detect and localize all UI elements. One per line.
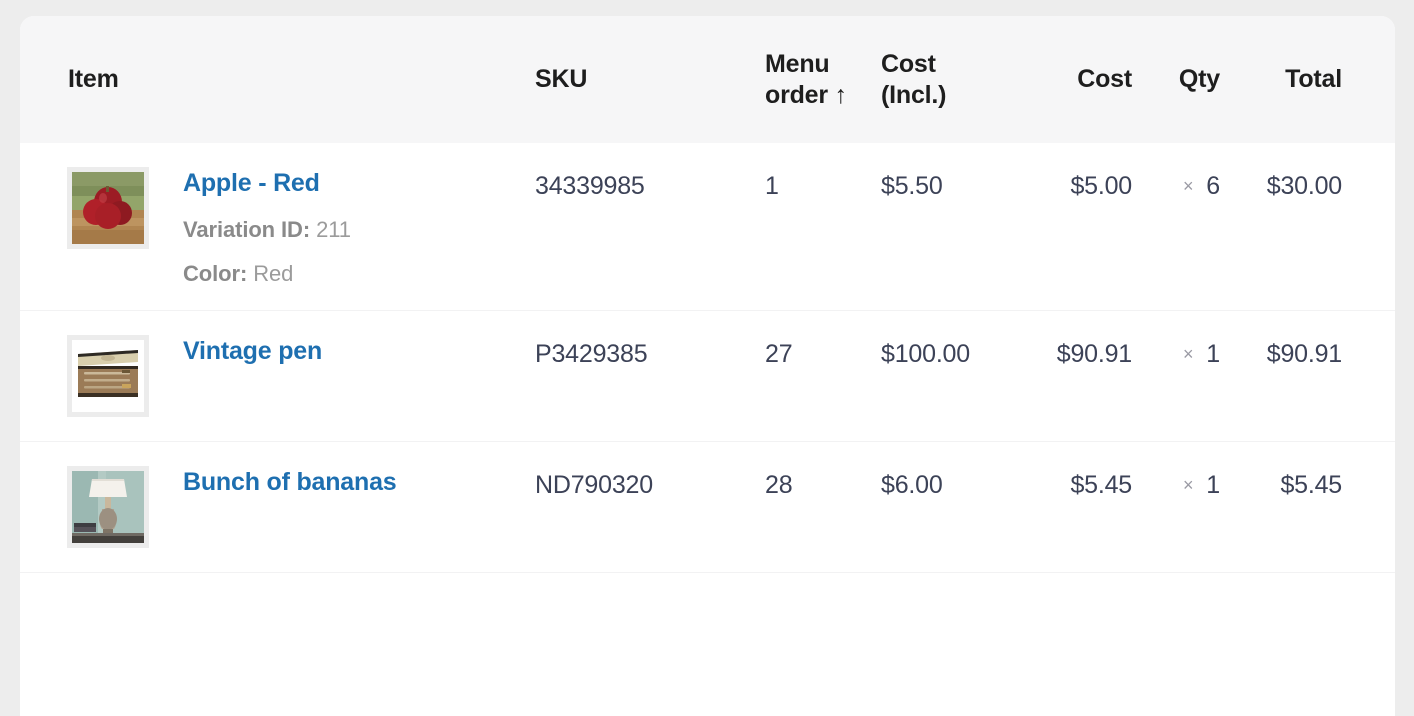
cost-value: $90.91 bbox=[1056, 340, 1132, 369]
table-lamp-photo bbox=[72, 471, 144, 544]
cost-incl-cell: $6.00 bbox=[867, 442, 1015, 573]
total-cell: $30.00 bbox=[1230, 143, 1395, 311]
cost-incl-value: $5.50 bbox=[881, 172, 943, 200]
item-details: Apple - Red Variation ID: 211 Color: Red bbox=[183, 163, 351, 286]
cost-cell: $5.45 bbox=[1015, 442, 1140, 573]
item-cell: Vintage pen bbox=[20, 311, 525, 442]
column-header-qty[interactable]: Qty bbox=[1140, 16, 1230, 143]
menu-order-value: 27 bbox=[765, 340, 793, 369]
item-meta-variation-id: Variation ID: 211 bbox=[183, 217, 351, 242]
column-header-item[interactable]: Item bbox=[20, 16, 525, 143]
total-value: $90.91 bbox=[1266, 340, 1342, 369]
column-header-cost-incl[interactable]: Cost (Incl.) bbox=[867, 16, 1015, 143]
table-body: Apple - Red Variation ID: 211 Color: Red bbox=[20, 143, 1395, 573]
item-details: Vintage pen bbox=[183, 331, 322, 366]
sku-value: P3429385 bbox=[535, 340, 648, 369]
sku-cell: 34339985 bbox=[525, 143, 755, 311]
sku-value: ND790320 bbox=[535, 471, 653, 500]
product-name-link[interactable]: Bunch of bananas bbox=[183, 469, 397, 497]
arrow-up-icon: order ↑ bbox=[765, 80, 847, 109]
multiply-icon: × bbox=[1182, 475, 1194, 496]
total-value: $5.45 bbox=[1280, 471, 1342, 500]
qty-cell: × 6 bbox=[1140, 143, 1230, 311]
column-header-cost[interactable]: Cost bbox=[1015, 16, 1140, 143]
multiply-icon: × bbox=[1182, 176, 1194, 196]
item-meta-label: Color: bbox=[183, 261, 248, 287]
menu-order-cell: 28 bbox=[755, 442, 867, 573]
apples-on-wooden-board-photo bbox=[72, 172, 144, 244]
column-header-sku[interactable]: SKU bbox=[525, 16, 755, 143]
sku-value: 34339985 bbox=[535, 172, 645, 200]
product-thumbnail[interactable] bbox=[67, 335, 149, 418]
cost-incl-cell: $5.50 bbox=[867, 143, 1015, 311]
total-cell: $90.91 bbox=[1230, 311, 1395, 442]
multiply-icon: × bbox=[1182, 344, 1194, 365]
menu-order-cell: 27 bbox=[755, 311, 867, 442]
menu-order-value: 1 bbox=[765, 172, 779, 200]
product-thumbnail[interactable] bbox=[67, 466, 149, 549]
qty-cell: × 1 bbox=[1140, 311, 1230, 442]
cost-cell: $5.00 bbox=[1015, 143, 1140, 311]
item-cell: Apple - Red Variation ID: 211 Color: Red bbox=[20, 143, 525, 311]
menu-order-value: 28 bbox=[765, 471, 793, 500]
column-header-item-label: Item bbox=[68, 65, 119, 94]
item-details: Bunch of bananas bbox=[183, 462, 397, 497]
page-background: Item SKU Menu order ↑ Cost (Incl.) Cost bbox=[0, 0, 1414, 716]
cost-value: $5.00 bbox=[1070, 172, 1132, 200]
column-header-menu-order[interactable]: Menu order ↑ bbox=[755, 16, 867, 143]
product-thumbnail[interactable] bbox=[67, 167, 149, 249]
table-header-row: Item SKU Menu order ↑ Cost (Incl.) Cost bbox=[20, 16, 1395, 143]
order-items-card: Item SKU Menu order ↑ Cost (Incl.) Cost bbox=[20, 16, 1395, 716]
column-header-cost-incl-label-2: (Incl.) bbox=[881, 80, 947, 109]
cost-cell: $90.91 bbox=[1015, 311, 1140, 442]
item-cell: Bunch of bananas bbox=[20, 442, 525, 573]
item-meta-color: Color: Red bbox=[183, 262, 351, 286]
column-header-cost-incl-label: Cost bbox=[881, 50, 936, 78]
menu-order-cell: 1 bbox=[755, 143, 867, 311]
cost-incl-cell: $100.00 bbox=[867, 311, 1015, 442]
table-row: Bunch of bananas ND790320 28 $6.00 $5.45… bbox=[20, 441, 1395, 573]
column-header-qty-label: Qty bbox=[1178, 65, 1220, 94]
qty-value: 1 bbox=[1206, 340, 1220, 369]
column-header-cost-label: Cost bbox=[1077, 65, 1132, 94]
total-cell: $5.45 bbox=[1230, 442, 1395, 573]
item-meta-value: 211 bbox=[316, 217, 351, 242]
column-header-total[interactable]: Total bbox=[1230, 16, 1395, 143]
product-name-link[interactable]: Apple - Red bbox=[183, 169, 320, 198]
item-meta-value: Red bbox=[253, 261, 294, 287]
qty-cell: × 1 bbox=[1140, 442, 1230, 573]
table-header: Item SKU Menu order ↑ Cost (Incl.) Cost bbox=[20, 16, 1395, 143]
product-name-link[interactable]: Vintage pen bbox=[183, 338, 322, 366]
sku-cell: P3429385 bbox=[525, 311, 755, 442]
qty-value: 6 bbox=[1206, 172, 1220, 200]
total-value: $30.00 bbox=[1266, 172, 1342, 200]
column-header-sku-label: SKU bbox=[535, 65, 588, 94]
table-row: Vintage pen P3429385 27 $100.00 $90.91 ×… bbox=[20, 310, 1395, 442]
sku-cell: ND790320 bbox=[525, 442, 755, 573]
item-meta-label: Variation ID: bbox=[183, 217, 311, 242]
table-row: Apple - Red Variation ID: 211 Color: Red bbox=[20, 143, 1395, 311]
vintage-pen-set-in-case-photo bbox=[72, 340, 144, 413]
cost-incl-value: $100.00 bbox=[881, 340, 970, 369]
order-items-table: Item SKU Menu order ↑ Cost (Incl.) Cost bbox=[20, 16, 1395, 573]
column-header-menu-order-label: Menu bbox=[765, 50, 830, 78]
cost-incl-value: $6.00 bbox=[881, 471, 943, 500]
qty-value: 1 bbox=[1206, 471, 1220, 500]
cost-value: $5.45 bbox=[1070, 471, 1132, 500]
column-header-total-label: Total bbox=[1285, 65, 1342, 94]
